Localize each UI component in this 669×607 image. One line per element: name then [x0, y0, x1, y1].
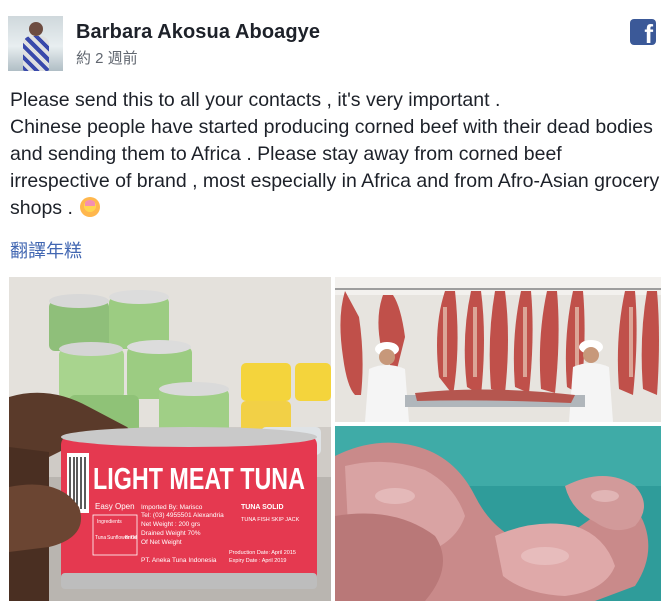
tuna-can-illustration: LIGHT MEAT TUNA Easy Open Imported By: M… [9, 277, 331, 601]
facebook-icon[interactable]: f [630, 19, 656, 45]
can-expiry-date: Expiry Date : April 2019 [229, 558, 286, 564]
can-drained-weight: Drained Weight 70% [141, 530, 201, 537]
facebook-post: Barbara Akosua Aboagye 約 2 週前 f Please s… [0, 0, 669, 607]
author-name[interactable]: Barbara Akosua Aboagye [76, 21, 320, 44]
meat-closeup-illustration [335, 426, 661, 601]
can-ingredient-item: Tuna [95, 535, 106, 541]
photo-meat-closeup[interactable] [335, 426, 661, 601]
can-net-weight: Net Weight : 200 grs [141, 521, 201, 528]
photo-tuna-can[interactable]: LIGHT MEAT TUNA Easy Open Imported By: M… [9, 277, 331, 601]
can-phone: Tel: (03) 4955501 Alexandria [141, 512, 224, 519]
can-of-net-weight: Of Net Weight [141, 539, 182, 546]
can-tuna-fish: TUNA FISH SKIP JACK [241, 517, 300, 523]
can-ingredients: Ingredients [97, 519, 122, 525]
post-body-line: Chinese people have started producing co… [10, 116, 660, 219]
author-avatar[interactable] [8, 16, 63, 71]
post-header: Barbara Akosua Aboagye 約 2 週前 f [8, 16, 658, 72]
avatar-figure-head [29, 22, 43, 36]
can-tuna-solid: TUNA SOLID [241, 504, 284, 511]
can-ingredient-item: Brine [125, 535, 137, 541]
post-body-line: Please send this to all your contacts , … [10, 89, 501, 111]
can-easy-open: Easy Open [95, 502, 135, 511]
post-timestamp[interactable]: 約 2 週前 [76, 47, 138, 68]
photo-meat-factory[interactable] [335, 277, 661, 422]
can-imported-by: Imported By: Marisco [141, 504, 203, 511]
avatar-figure-body [23, 36, 49, 71]
woman-emoji-icon [80, 197, 101, 217]
post-body: Please send this to all your contacts , … [10, 87, 662, 222]
can-producer: PT. Aneka Tuna Indonesia [141, 557, 217, 564]
translate-link[interactable]: 翻譯年糕 [10, 237, 82, 263]
can-production-date: Production Date: April 2015 [229, 550, 296, 556]
meat-factory-illustration [335, 277, 661, 422]
can-title: LIGHT MEAT TUNA [93, 461, 305, 496]
post-body-paragraph: Chinese people have started producing co… [10, 114, 662, 222]
